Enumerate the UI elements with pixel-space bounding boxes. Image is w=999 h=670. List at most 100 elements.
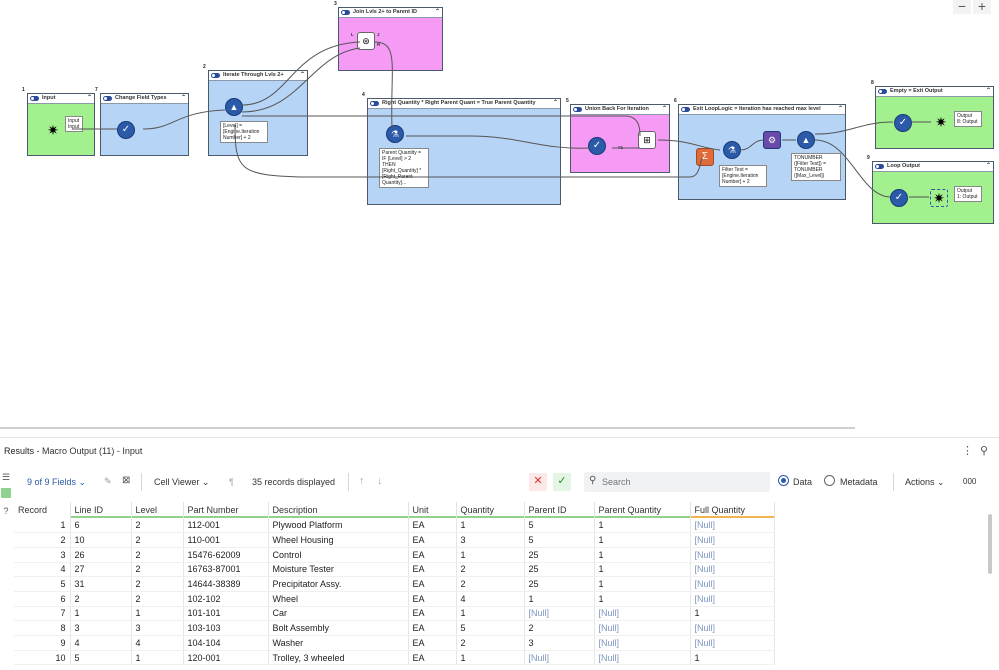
table-cell[interactable]: EA bbox=[408, 650, 457, 666]
data-radio[interactable] bbox=[778, 475, 789, 486]
help-icon[interactable]: ? bbox=[1, 506, 11, 516]
table-cell[interactable]: 2 bbox=[131, 591, 184, 607]
table-cell[interactable]: EA bbox=[408, 576, 457, 592]
column-header[interactable]: Description bbox=[268, 502, 409, 518]
column-header[interactable]: Unit bbox=[408, 502, 457, 518]
table-cell[interactable]: 2 bbox=[131, 547, 184, 563]
arrow-down-icon[interactable]: ↓ bbox=[377, 475, 383, 487]
table-cell[interactable]: [Null] bbox=[594, 620, 691, 636]
apply-button[interactable]: ✓ bbox=[553, 473, 571, 491]
table-cell[interactable]: Bolt Assembly bbox=[268, 620, 409, 636]
table-cell[interactable]: 3 bbox=[456, 532, 525, 548]
record-number-cell[interactable]: 7 bbox=[14, 606, 71, 622]
table-cell[interactable]: 1 bbox=[594, 562, 691, 578]
record-number-cell[interactable]: 6 bbox=[14, 591, 71, 607]
table-cell[interactable]: 25 bbox=[524, 576, 595, 592]
table-cell[interactable]: 2 bbox=[524, 620, 595, 636]
table-cell[interactable]: EA bbox=[408, 635, 457, 651]
table-cell[interactable]: [Null] bbox=[690, 532, 775, 548]
table-cell[interactable]: 1 bbox=[690, 650, 775, 666]
table-cell[interactable]: 2 bbox=[131, 562, 184, 578]
search-input[interactable] bbox=[602, 475, 762, 489]
table-cell[interactable]: 5 bbox=[524, 518, 595, 534]
cell-viewer-dropdown[interactable]: Cell Viewer ⌄ bbox=[154, 477, 209, 488]
table-cell[interactable]: 3 bbox=[131, 620, 184, 636]
table-cell[interactable]: 1 bbox=[131, 606, 184, 622]
table-row[interactable]: 9 4 4 104-104 Washer EA 2 3 [Null] [Null] bbox=[14, 635, 775, 651]
table-cell[interactable]: Control bbox=[268, 547, 409, 563]
table-cell[interactable]: 1 bbox=[456, 606, 525, 622]
record-number-cell[interactable]: 3 bbox=[14, 547, 71, 563]
table-cell[interactable]: 15476-62009 bbox=[183, 547, 269, 563]
table-cell[interactable]: 1 bbox=[690, 606, 775, 622]
table-cell[interactable]: 2 bbox=[456, 576, 525, 592]
table-cell[interactable]: 2 bbox=[456, 562, 525, 578]
table-cell[interactable]: 4 bbox=[456, 591, 525, 607]
table-cell[interactable]: EA bbox=[408, 518, 457, 534]
record-number-cell[interactable]: 4 bbox=[14, 562, 71, 578]
arrow-up-icon[interactable]: ↑ bbox=[359, 475, 365, 487]
table-cell[interactable]: 3 bbox=[524, 635, 595, 651]
table-cell[interactable]: 4 bbox=[131, 635, 184, 651]
table-cell[interactable]: [Null] bbox=[594, 606, 691, 622]
table-cell[interactable]: 1 bbox=[524, 591, 595, 607]
table-cell[interactable]: 1 bbox=[456, 547, 525, 563]
table-cell[interactable]: 112-001 bbox=[183, 518, 269, 534]
table-cell[interactable]: 1 bbox=[594, 532, 691, 548]
table-row[interactable]: 2 10 2 110-001 Wheel Housing EA 3 5 1 [Null] bbox=[14, 532, 775, 548]
table-cell[interactable]: 102-102 bbox=[183, 591, 269, 607]
table-cell[interactable]: [Null] bbox=[524, 650, 595, 666]
table-cell[interactable]: [Null] bbox=[690, 518, 775, 534]
record-number-cell[interactable]: 1 bbox=[14, 518, 71, 534]
metadata-radio[interactable] bbox=[824, 475, 835, 486]
table-cell[interactable]: Wheel bbox=[268, 591, 409, 607]
table-cell[interactable]: EA bbox=[408, 547, 457, 563]
more-vertical-icon[interactable]: ⋮ bbox=[962, 444, 973, 457]
table-cell[interactable]: 1 bbox=[70, 606, 132, 622]
table-cell[interactable]: 1 bbox=[131, 650, 184, 666]
table-cell[interactable]: EA bbox=[408, 606, 457, 622]
more-options-button[interactable]: 000 bbox=[963, 477, 976, 486]
table-cell[interactable]: 103-103 bbox=[183, 620, 269, 636]
column-header[interactable]: Part Number bbox=[183, 502, 269, 518]
table-cell[interactable]: [Null] bbox=[690, 547, 775, 563]
table-cell[interactable]: [Null] bbox=[690, 576, 775, 592]
table-cell[interactable]: 6 bbox=[70, 518, 132, 534]
clear-filter-icon[interactable]: ⊠ bbox=[122, 475, 130, 486]
table-cell[interactable]: 2 bbox=[456, 635, 525, 651]
table-cell[interactable]: 25 bbox=[524, 562, 595, 578]
table-cell[interactable]: 25 bbox=[524, 547, 595, 563]
column-header[interactable]: Quantity bbox=[456, 502, 525, 518]
table-cell[interactable]: Trolley, 3 wheeled bbox=[268, 650, 409, 666]
list-icon[interactable]: ☰ bbox=[1, 472, 11, 482]
record-number-cell[interactable]: 9 bbox=[14, 635, 71, 651]
table-cell[interactable]: EA bbox=[408, 562, 457, 578]
table-cell[interactable]: [Null] bbox=[524, 606, 595, 622]
table-cell[interactable]: [Null] bbox=[690, 635, 775, 651]
table-cell[interactable]: 104-104 bbox=[183, 635, 269, 651]
table-cell[interactable]: 5 bbox=[70, 650, 132, 666]
table-cell[interactable]: Washer bbox=[268, 635, 409, 651]
table-cell[interactable]: Wheel Housing bbox=[268, 532, 409, 548]
table-cell[interactable]: [Null] bbox=[690, 591, 775, 607]
table-cell[interactable]: 101-101 bbox=[183, 606, 269, 622]
table-row[interactable]: 1 6 2 112-001 Plywood Platform EA 1 5 1 [Null] bbox=[14, 518, 775, 534]
table-cell[interactable]: 1 bbox=[456, 650, 525, 666]
table-row[interactable]: 5 31 2 14644-38389 Precipitator Assy. EA 2 25 1[… bbox=[14, 576, 775, 592]
table-cell[interactable]: Car bbox=[268, 606, 409, 622]
table-cell[interactable]: 10 bbox=[70, 532, 132, 548]
horizontal-scrollbar[interactable] bbox=[0, 427, 855, 429]
grid-view-icon[interactable] bbox=[1, 488, 11, 498]
table-cell[interactable]: 4 bbox=[70, 635, 132, 651]
table-cell[interactable]: 16763-87001 bbox=[183, 562, 269, 578]
table-cell[interactable]: 110-001 bbox=[183, 532, 269, 548]
column-header[interactable]: Level bbox=[131, 502, 184, 518]
table-row[interactable]: 4 27 2 16763-87001 Moisture Tester EA 2 25 1 [Nul… bbox=[14, 562, 775, 578]
actions-dropdown[interactable]: Actions ⌄ bbox=[905, 477, 945, 488]
edit-icon[interactable]: ✎ bbox=[104, 476, 112, 487]
paragraph-icon[interactable]: ¶ bbox=[229, 477, 234, 487]
table-cell[interactable]: [Null] bbox=[690, 620, 775, 636]
table-row[interactable]: 8 3 3 103-103 Bolt Assembly EA 5 2 [Null] [Null] bbox=[14, 620, 775, 636]
workflow-canvas[interactable]: − + 3 Join Lvls 2+ to Parent ID ⌃ ⊛ L J R… bbox=[0, 0, 999, 432]
table-cell[interactable]: 2 bbox=[131, 532, 184, 548]
